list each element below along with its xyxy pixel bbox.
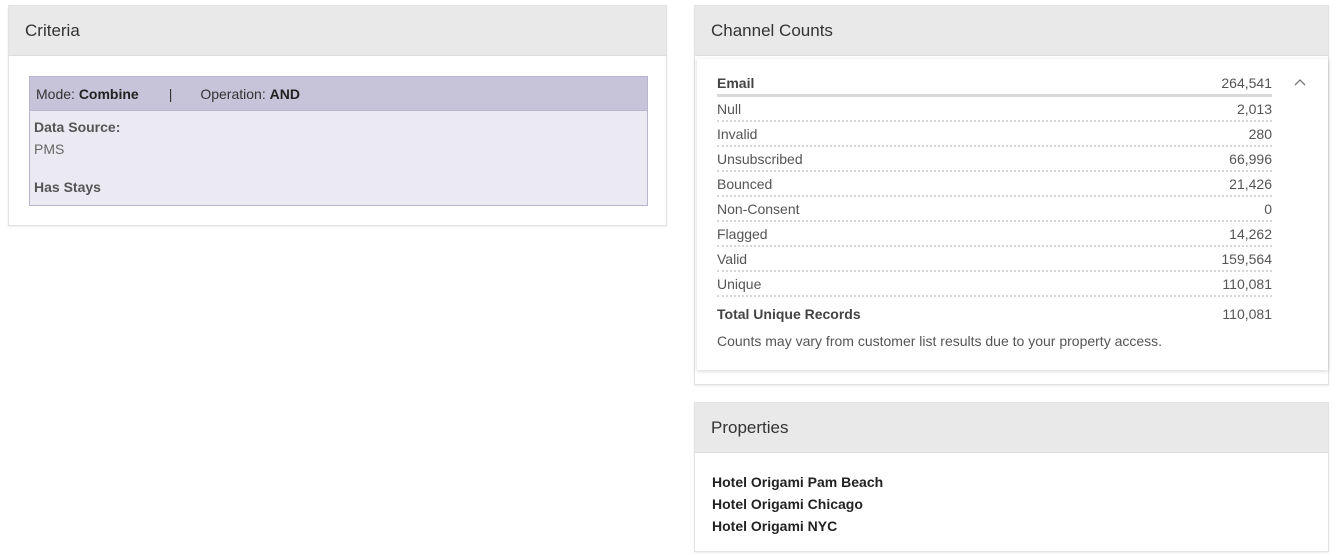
criteria-panel: Criteria Mode: Combine | Operation: AND … [8,5,667,226]
data-source-value: PMS [34,141,65,157]
count-row: Unique 110,081 [717,272,1272,297]
criteria-body: Data Source: PMS Has Stays [30,111,647,203]
criteria-mode-bar: Mode: Combine | Operation: AND [30,77,647,111]
count-value: 110,081 [1222,275,1272,292]
criteria-box: Mode: Combine | Operation: AND Data Sour… [29,76,648,206]
count-value: 21,426 [1229,175,1272,192]
chevron-up-icon[interactable] [1294,77,1306,89]
properties-panel: Properties Hotel Origami Pam Beach Hotel… [694,402,1329,552]
operation-value: AND [269,85,300,102]
total-row: Total Unique Records 110,081 [717,297,1272,331]
criteria-header: Criteria [9,6,666,56]
count-row: Valid 159,564 [717,247,1272,272]
data-source-label: Data Source: [34,119,121,135]
count-row: Null 2,013 [717,97,1272,122]
count-value: 0 [1264,200,1272,217]
channel-counts-panel: Channel Counts Email 264,541 Null 2,013 … [694,5,1329,385]
count-label: Bounced [717,175,773,192]
count-value: 14,262 [1229,225,1272,242]
property-list: Hotel Origami Pam Beach Hotel Origami Ch… [695,453,1328,555]
count-value: 66,996 [1229,150,1272,167]
count-value: 280 [1248,125,1272,142]
channel-counts-card: Email 264,541 Null 2,013 Invalid 280 Uns… [697,59,1328,370]
total-value: 110,081 [1222,306,1272,322]
count-label: Non-Consent [717,200,800,217]
email-row: Email 264,541 [717,71,1272,97]
counts-note: Counts may vary from customer list resul… [717,333,1163,349]
properties-header: Properties [695,403,1328,453]
mode-separator: | [168,85,173,102]
criteria-title: Criteria [25,20,80,40]
property-item: Hotel Origami Chicago [712,496,863,512]
operation-label: Operation: [200,85,266,102]
count-row: Unsubscribed 66,996 [717,147,1272,172]
count-label: Null [717,100,742,117]
count-label: Valid [717,250,748,267]
property-item: Hotel Origami NYC [712,518,838,534]
mode-label: Mode: [36,85,75,102]
count-value: 159,564 [1221,250,1272,267]
count-row: Flagged 14,262 [717,222,1272,247]
count-row: Bounced 21,426 [717,172,1272,197]
properties-title: Properties [711,417,789,437]
channel-counts-header: Channel Counts [695,6,1328,56]
email-label: Email [717,74,755,91]
channel-counts-title: Channel Counts [711,20,833,40]
count-label: Flagged [717,225,768,242]
property-item: Hotel Origami Pam Beach [712,474,884,490]
total-label: Total Unique Records [717,306,861,322]
count-row: Invalid 280 [717,122,1272,147]
count-value: 2,013 [1236,100,1272,117]
count-label: Unique [717,275,762,292]
email-value: 264,541 [1221,74,1272,91]
count-label: Invalid [717,125,758,142]
has-stays-label: Has Stays [34,179,101,195]
count-row: Non-Consent 0 [717,197,1272,222]
count-label: Unsubscribed [717,150,803,167]
mode-value: Combine [78,85,139,102]
